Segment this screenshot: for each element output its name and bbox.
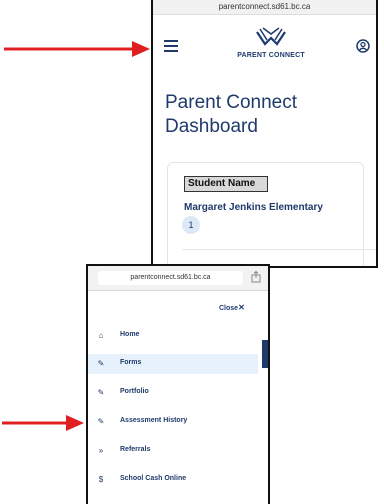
menu-item-label: Home bbox=[120, 331, 140, 338]
menu-item-label: Referrals bbox=[120, 446, 151, 453]
close-icon: ✕ bbox=[238, 303, 245, 312]
address-bar-url[interactable]: parentconnect.sd61.bc.ca bbox=[98, 271, 243, 285]
menu-item-referrals[interactable]: » Referrals bbox=[88, 441, 258, 461]
close-label: Close bbox=[219, 305, 239, 312]
logo-text: PARENT CONNECT bbox=[237, 52, 305, 59]
menu-item-portfolio[interactable]: ✎ Portfolio bbox=[88, 383, 258, 403]
pen-icon: ✎ bbox=[97, 388, 105, 397]
dollar-icon: $ bbox=[98, 475, 104, 484]
menu-item-forms[interactable]: ✎ Forms bbox=[88, 354, 258, 374]
menu-item-assessment-history[interactable]: ✎ Assessment History bbox=[88, 412, 258, 432]
red-arrow-to-assessment-history bbox=[2, 415, 84, 431]
grade-badge: 1 bbox=[182, 216, 200, 234]
address-bar: parentconnect.sd61.bc.ca bbox=[88, 266, 268, 291]
hamburger-menu-icon[interactable] bbox=[164, 40, 178, 52]
address-bar[interactable]: parentconnect.sd61.bc.ca bbox=[153, 0, 376, 15]
dashboard-screenshot: parentconnect.sd61.bc.ca PARENT CONNECT … bbox=[151, 0, 378, 268]
page-scroll-accent bbox=[262, 340, 268, 368]
menu-item-label: Assessment History bbox=[120, 417, 188, 424]
menu-item-label: School Cash Online bbox=[120, 475, 187, 482]
home-icon: ⌂ bbox=[98, 331, 104, 340]
student-card[interactable]: Student Name Margaret Jenkins Elementary… bbox=[167, 162, 376, 266]
red-arrow-to-menu bbox=[4, 41, 150, 57]
pen-icon: ✎ bbox=[97, 359, 105, 368]
menu-item-school-cash-online[interactable]: $ School Cash Online bbox=[88, 470, 258, 490]
navigation-menu-screenshot: parentconnect.sd61.bc.ca Close✕ ⌂ Home ✎… bbox=[86, 264, 270, 504]
parent-connect-logo[interactable]: PARENT CONNECT bbox=[233, 26, 309, 59]
menu-item-label: Forms bbox=[120, 359, 142, 366]
address-bar-url: parentconnect.sd61.bc.ca bbox=[218, 2, 311, 11]
menu-item-home[interactable]: ⌂ Home bbox=[88, 326, 258, 346]
menu-item-label: Portfolio bbox=[120, 388, 149, 395]
share-icon[interactable] bbox=[251, 271, 261, 283]
user-account-icon[interactable] bbox=[356, 39, 370, 53]
pen-icon: ✎ bbox=[97, 417, 105, 426]
close-menu-button[interactable]: Close✕ bbox=[219, 303, 245, 312]
student-name-label: Student Name bbox=[184, 176, 268, 192]
page-title: Parent Connect Dashboard bbox=[165, 92, 298, 137]
school-name: Margaret Jenkins Elementary bbox=[184, 202, 323, 213]
card-divider bbox=[182, 249, 376, 250]
double-chevron-icon: » bbox=[98, 446, 104, 455]
book-logo-icon bbox=[256, 27, 286, 46]
